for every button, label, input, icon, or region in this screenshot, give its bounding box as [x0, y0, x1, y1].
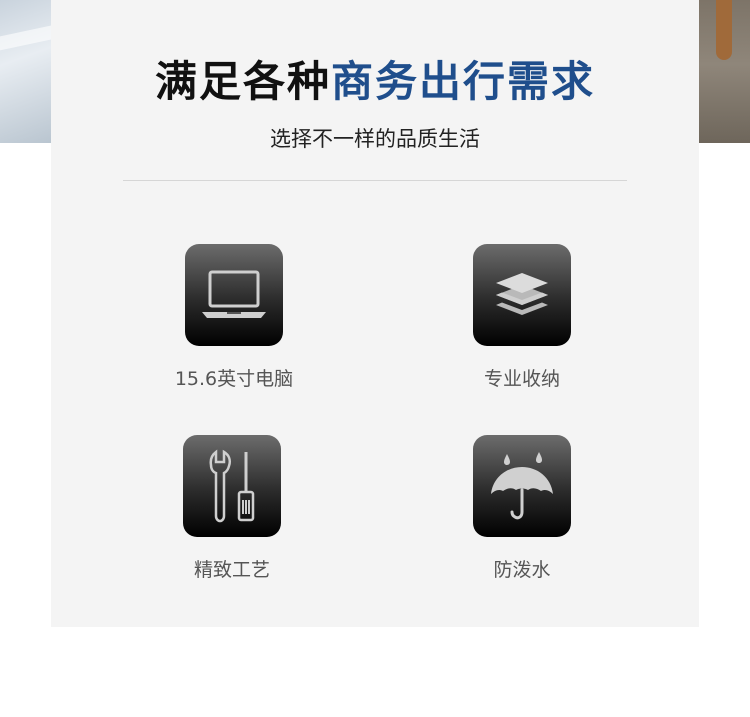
feature-storage: 专业收纳	[422, 244, 622, 392]
background-photo-right	[690, 0, 750, 143]
divider	[123, 180, 627, 181]
feature-card: 满足各种商务出行需求 选择不一样的品质生活 15.6英寸电脑 专业收纳 精致工艺…	[51, 0, 699, 627]
headline: 满足各种商务出行需求	[51, 52, 699, 112]
laptop-icon	[185, 244, 283, 346]
feature-craft: 精致工艺	[132, 435, 332, 583]
headline-part-1: 满足各种	[154, 57, 331, 106]
headline-part-2: 商务出行需求	[331, 57, 596, 106]
tools-icon	[183, 435, 281, 537]
layers-icon	[473, 244, 571, 346]
umbrella-icon	[473, 435, 571, 537]
feature-label: 专业收纳	[483, 368, 560, 390]
feature-laptop: 15.6英寸电脑	[134, 244, 334, 392]
feature-label: 精致工艺	[193, 559, 270, 581]
feature-label: 防泼水	[493, 559, 551, 581]
subtitle: 选择不一样的品质生活	[270, 127, 480, 151]
feature-waterproof: 防泼水	[422, 435, 622, 583]
feature-label: 15.6英寸电脑	[174, 368, 294, 390]
